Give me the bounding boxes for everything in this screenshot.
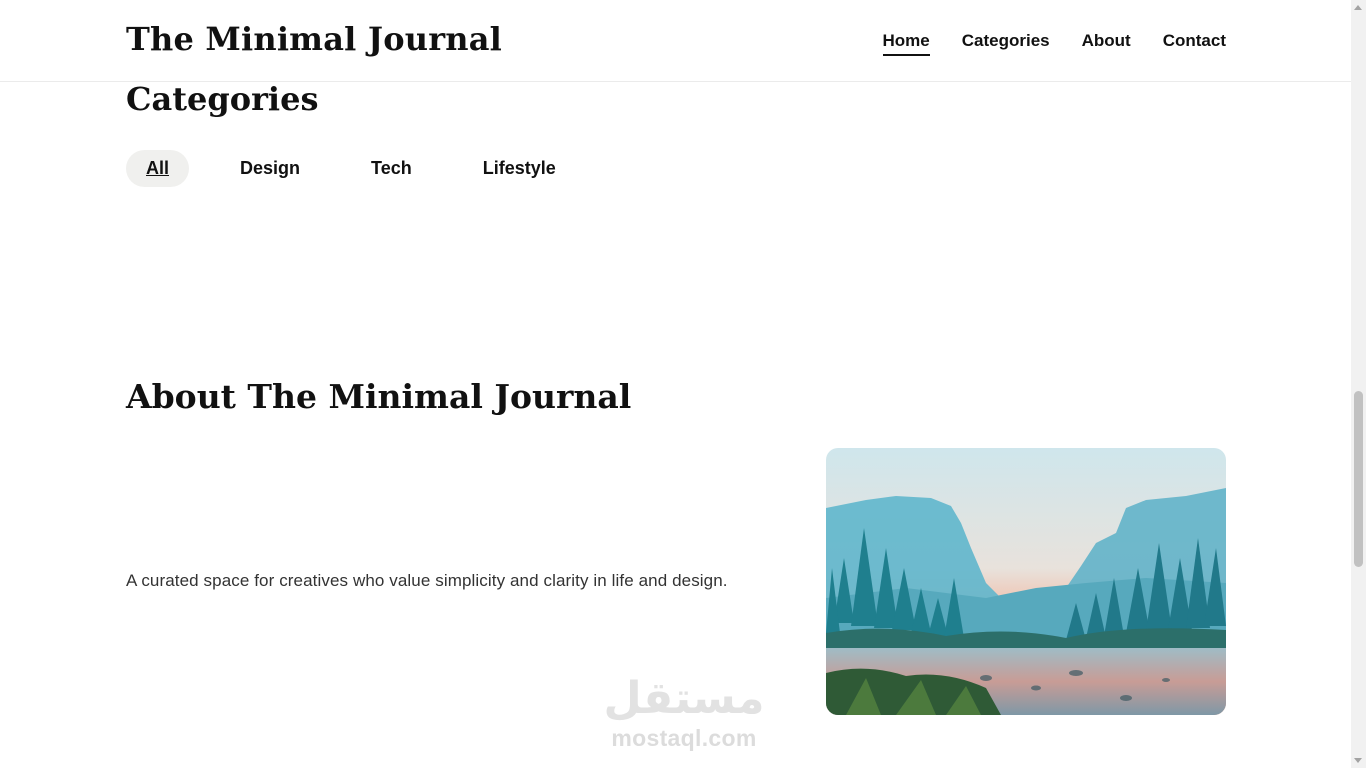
about-image — [826, 448, 1226, 715]
categories-heading: Categories — [126, 80, 319, 118]
landscape-illustration — [826, 448, 1226, 715]
scroll-down-icon[interactable] — [1354, 758, 1362, 763]
filter-tech[interactable]: Tech — [351, 150, 432, 187]
main-nav: Home Categories About Contact — [882, 31, 1226, 56]
nav-categories[interactable]: Categories — [962, 31, 1050, 56]
about-description: A curated space for creatives who value … — [126, 571, 728, 590]
filter-design[interactable]: Design — [220, 150, 320, 187]
nav-about[interactable]: About — [1082, 31, 1131, 56]
filter-all[interactable]: All — [126, 150, 190, 187]
watermark: مستقل mostaql.com — [599, 672, 769, 750]
scrollbar-thumb[interactable] — [1354, 391, 1363, 567]
site-header: The Minimal Journal Home Categories Abou… — [0, 0, 1351, 82]
scroll-up-icon[interactable] — [1354, 5, 1362, 10]
site-title[interactable]: The Minimal Journal — [126, 20, 502, 58]
page-scrollbar[interactable] — [1351, 0, 1366, 768]
nav-home[interactable]: Home — [882, 31, 930, 56]
category-filters: All Design Tech Lifestyle — [126, 150, 607, 187]
about-heading: About The Minimal Journal — [126, 377, 632, 416]
watermark-latin: mostaql.com — [611, 725, 757, 751]
watermark-arabic: مستقل — [603, 673, 765, 724]
filter-lifestyle[interactable]: Lifestyle — [463, 150, 576, 187]
nav-contact[interactable]: Contact — [1163, 31, 1226, 56]
